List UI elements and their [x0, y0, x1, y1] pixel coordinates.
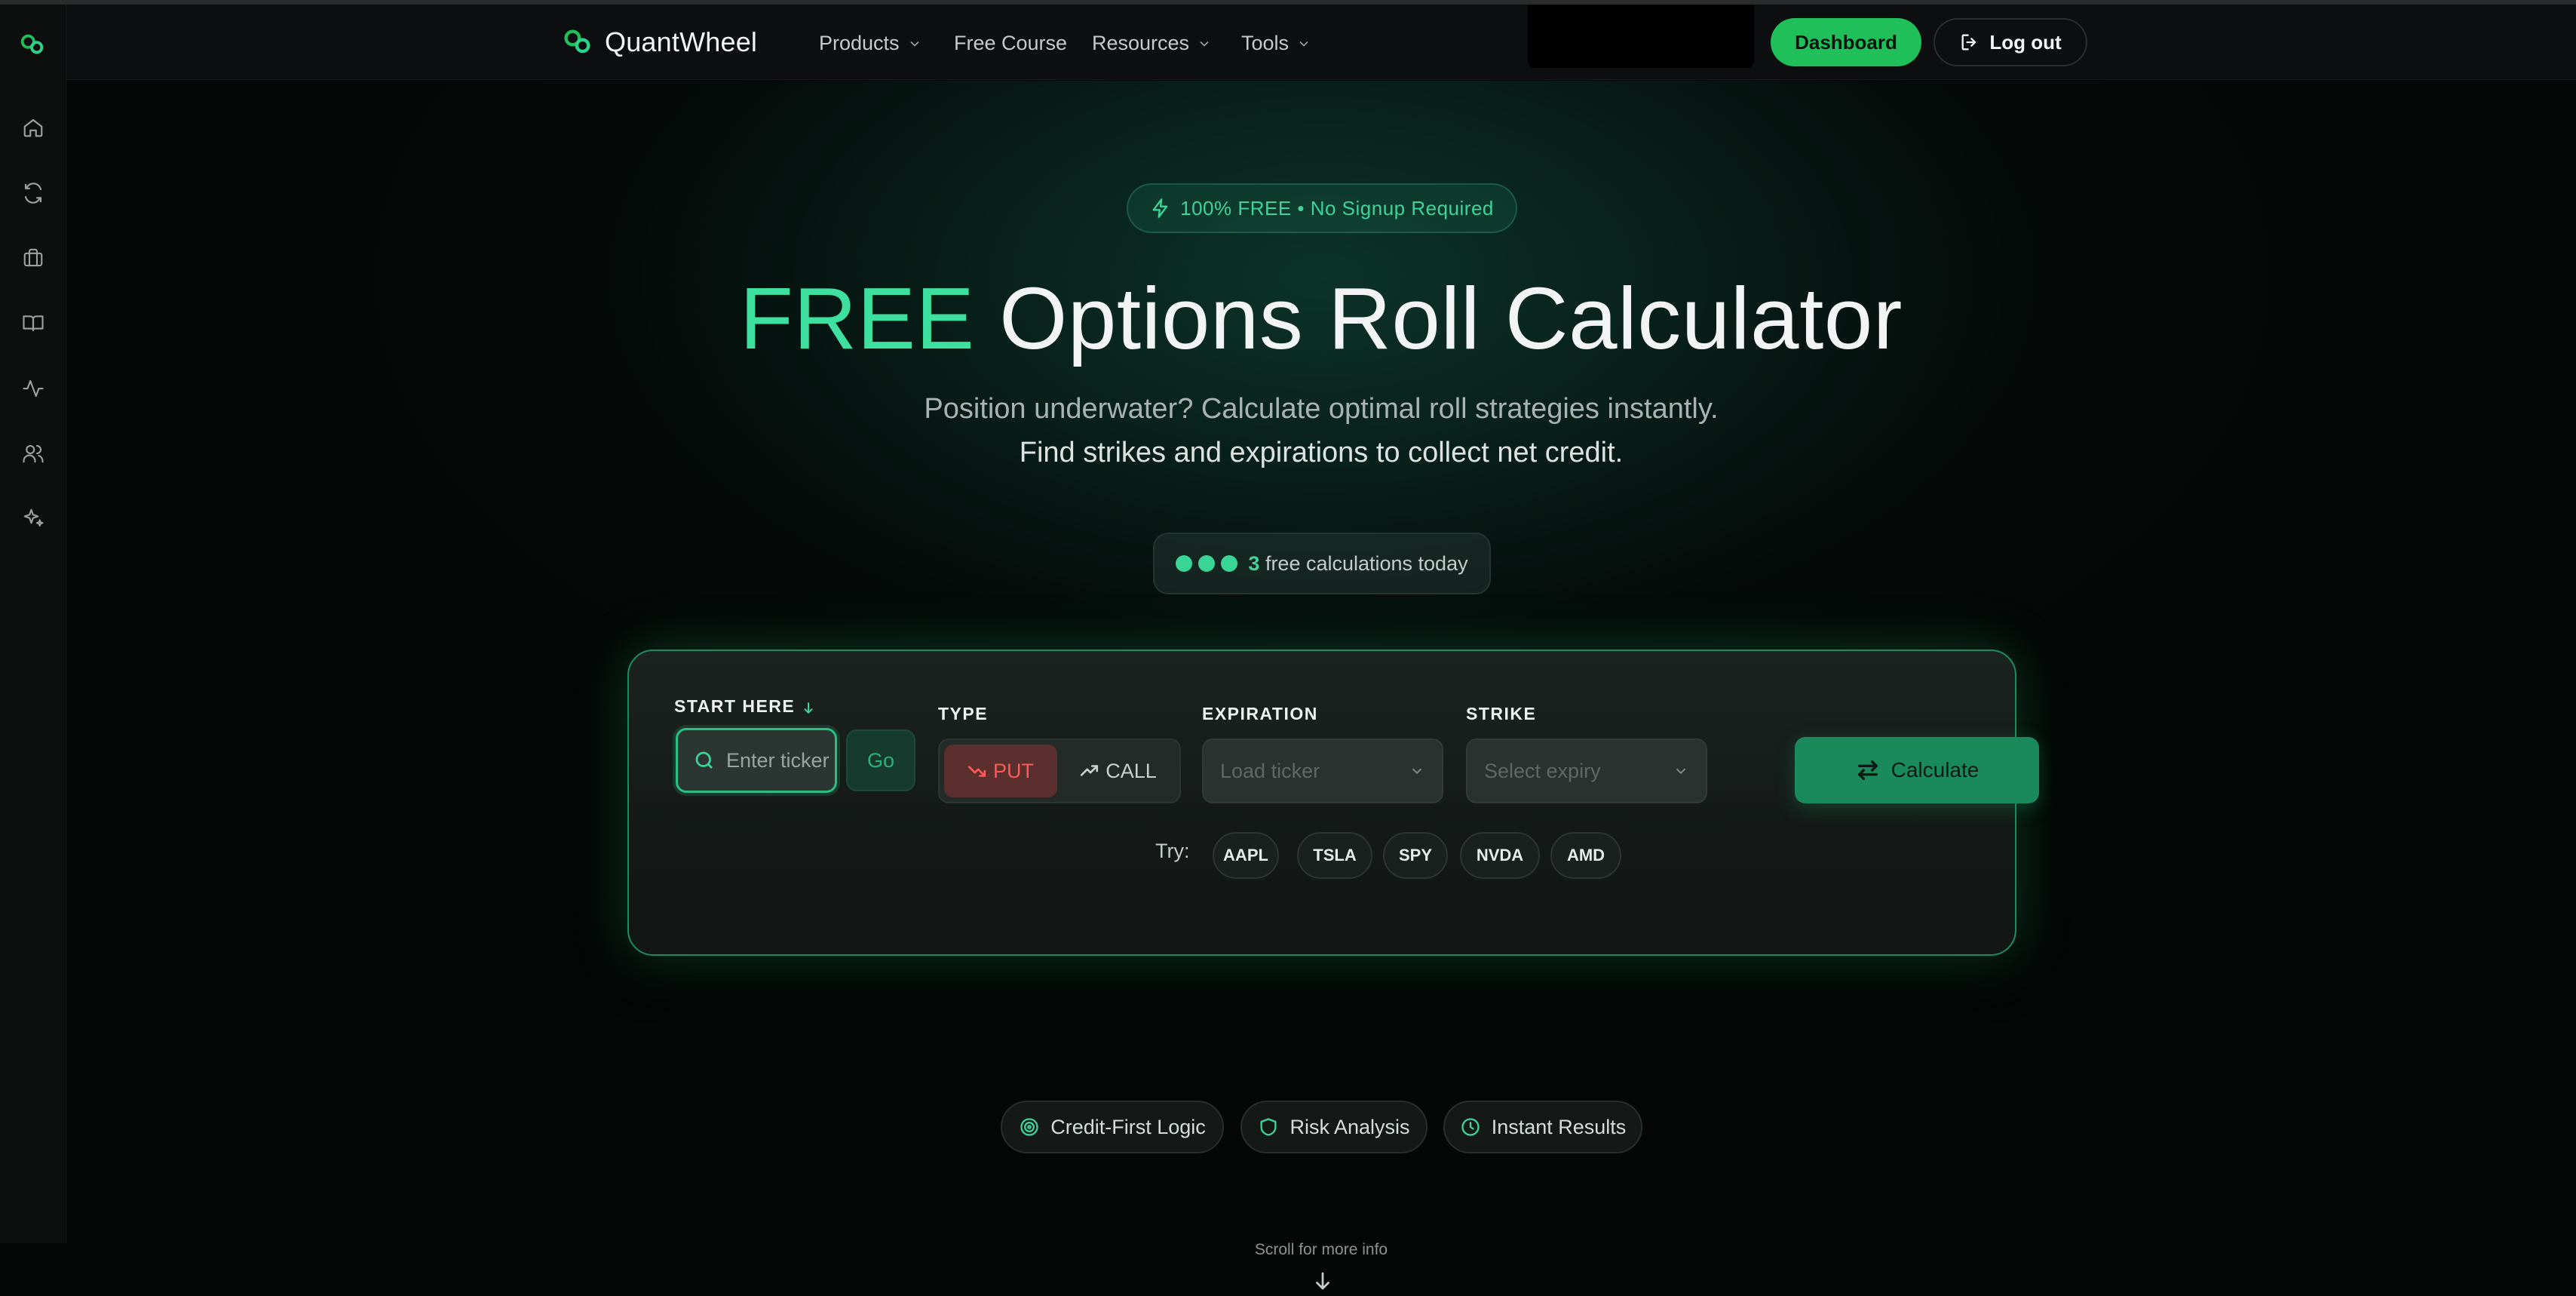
chevron-down-icon [1299, 41, 1308, 47]
trending-down-icon [968, 766, 986, 777]
ticker-search-field[interactable] [676, 728, 837, 793]
scroll-hint: Scroll for more info [1254, 1241, 1388, 1258]
nav-free-course[interactable]: Free Course [954, 32, 1067, 55]
title-rest: Options Roll Calculator [999, 269, 1903, 367]
arrow-down-icon [804, 702, 813, 714]
clock-icon [1461, 1118, 1480, 1136]
calculate-label: Calculate [1891, 758, 1980, 782]
ticker-chip-nvda[interactable]: NVDA [1460, 832, 1540, 879]
ticker-chip-aapl[interactable]: AAPL [1213, 832, 1279, 879]
title-accent: FREE [740, 269, 975, 367]
put-toggle[interactable]: PUT [944, 745, 1057, 797]
activity-icon[interactable] [17, 372, 50, 405]
calculation-dot [1176, 555, 1193, 572]
nav-free-course-label: Free Course [954, 32, 1068, 54]
chevron-down-icon [1200, 41, 1209, 47]
go-button[interactable]: Go [846, 729, 915, 791]
free-calculations-indicator: 3 free calculations today [1153, 533, 1491, 594]
brand-name: QuantWheel [605, 26, 758, 57]
logout-button[interactable]: Log out [1934, 18, 2087, 66]
nav-products-label: Products [819, 32, 900, 54]
ticker-chip-amd[interactable]: AMD [1550, 832, 1621, 879]
calculation-dot [1198, 555, 1216, 572]
briefcase-icon[interactable] [17, 241, 50, 275]
refresh-icon[interactable] [17, 177, 50, 210]
shield-icon [1260, 1118, 1277, 1136]
strike-label: STRIKE [1466, 704, 1537, 723]
chevron-down-icon [909, 41, 919, 47]
scroll-down-arrow-icon[interactable] [1311, 1270, 1334, 1292]
calculator-card: START HERE Go TYPE PUT CALL EXPIRATION L… [627, 650, 2039, 956]
trending-up-icon [1081, 765, 1099, 776]
main-content: 100% FREE • No Signup Required FREE Opti… [66, 81, 2576, 1290]
calculate-button[interactable]: Calculate [1795, 737, 2039, 803]
sidebar [0, 5, 66, 1243]
lightning-icon [1152, 198, 1168, 218]
home-icon[interactable] [17, 111, 50, 144]
nav-resources-label: Resources [1092, 32, 1190, 54]
dashboard-button[interactable]: Dashboard [1771, 18, 1921, 66]
call-toggle[interactable]: CALL [1062, 745, 1175, 797]
ticker-input[interactable] [726, 748, 832, 772]
free-badge-text: 100% FREE • No Signup Required [1180, 196, 1494, 220]
subtitle-line-1: Position underwater? Calculate optimal r… [924, 393, 1719, 425]
call-label: CALL [1106, 759, 1157, 782]
feature-instant-results-label: Instant Results [1491, 1115, 1627, 1138]
logout-icon [1961, 34, 1976, 51]
start-here-label: START HERE [674, 696, 816, 717]
expiration-select[interactable]: Load ticker [1202, 739, 1443, 803]
calculations-label: free calculations today [1265, 551, 1468, 575]
expiration-placeholder: Load ticker [1220, 759, 1320, 782]
brand-logo[interactable]: QuantWheel [561, 26, 757, 59]
free-badge: 100% FREE • No Signup Required [1127, 183, 1517, 233]
expiration-label: EXPIRATION [1202, 704, 1318, 723]
strike-placeholder: Select expiry [1484, 759, 1601, 782]
calculations-text: 3 free calculations today [1248, 552, 1467, 576]
sidebar-logo-icon[interactable] [18, 30, 47, 59]
nav-resources[interactable]: Resources [1092, 32, 1212, 55]
feature-risk-analysis: Risk Analysis [1240, 1101, 1428, 1153]
search-icon [695, 751, 713, 769]
redacted-area [1528, 5, 1754, 68]
feature-risk-analysis-label: Risk Analysis [1290, 1115, 1410, 1138]
swap-arrows-icon [1857, 760, 1878, 781]
feature-credit-first: Credit-First Logic [1001, 1101, 1224, 1153]
sparkles-icon[interactable] [17, 502, 50, 535]
top-navbar: QuantWheel Products Free Course Resource… [66, 5, 2576, 80]
chevron-down-icon [1412, 768, 1422, 775]
type-label: TYPE [938, 704, 989, 723]
subtitle-line-2: Find strikes and expirations to collect … [1019, 437, 1624, 468]
nav-tools[interactable]: Tools [1241, 32, 1311, 55]
feature-instant-results: Instant Results [1443, 1101, 1642, 1153]
nav-products[interactable]: Products [819, 32, 922, 55]
calculation-dot [1221, 555, 1238, 572]
put-label: PUT [993, 759, 1034, 782]
feature-credit-first-label: Credit-First Logic [1050, 1115, 1206, 1138]
calculations-count: 3 [1248, 551, 1260, 575]
start-here-text: START HERE [674, 696, 796, 716]
users-icon[interactable] [17, 437, 50, 470]
strike-select[interactable]: Select expiry [1466, 739, 1707, 803]
chevron-down-icon [1676, 768, 1686, 775]
logout-label: Log out [1989, 30, 2062, 54]
calculation-dots [1176, 555, 1238, 572]
option-type-toggle: PUT CALL [938, 739, 1181, 803]
try-label: Try: [1155, 840, 1190, 862]
ticker-chip-spy[interactable]: SPY [1383, 832, 1448, 879]
book-icon[interactable] [17, 306, 50, 339]
quantwheel-logo-icon [564, 29, 590, 54]
ticker-chip-tsla[interactable]: TSLA [1297, 832, 1372, 879]
target-icon [1020, 1118, 1038, 1136]
page-title: FREE Options Roll Calculator [66, 269, 2576, 367]
nav-tools-label: Tools [1241, 32, 1290, 54]
